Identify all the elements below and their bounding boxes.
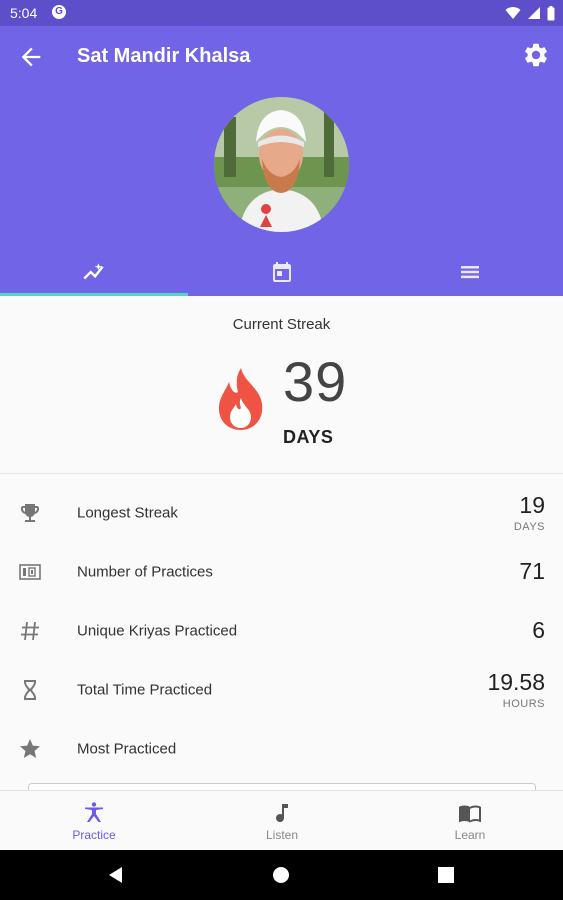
nav-label: Learn (454, 828, 486, 842)
tab-list[interactable] (376, 248, 563, 296)
back-button[interactable] (17, 43, 45, 71)
stat-label: Number of Practices (77, 563, 213, 580)
stat-label: Most Practiced (77, 740, 177, 757)
calendar-icon (273, 262, 291, 282)
flame-icon (218, 368, 263, 430)
stat-label: Unique Kriyas Practiced (77, 622, 238, 639)
home-circle-icon[interactable] (271, 865, 291, 885)
battery-icon (547, 5, 555, 20)
nav-practice[interactable]: Practice (0, 791, 188, 851)
system-navigation-bar (0, 850, 563, 900)
status-icons (505, 5, 555, 21)
settings-button[interactable] (522, 41, 550, 69)
current-streak-label: Current Streak (232, 316, 331, 333)
profile-header: Sat Mandir Khalsa (0, 26, 563, 296)
list-icon (461, 266, 479, 279)
back-triangle-icon[interactable] (106, 865, 126, 885)
status-time: 5:04 (10, 5, 38, 21)
stat-label: Total Time Practiced (77, 681, 213, 698)
stat-label: Longest Streak (77, 504, 178, 521)
profile-photo (214, 97, 349, 232)
stat-row-unique-kriyas: Unique Kriyas Practiced 6 (0, 601, 563, 660)
hourglass-icon (24, 679, 36, 700)
current-streak-section: Current Streak 39 DAYS (0, 296, 563, 474)
trophy-icon (21, 503, 39, 522)
counter-icon (19, 563, 41, 580)
hash-icon (21, 621, 39, 640)
nav-listen[interactable]: Listen (188, 791, 376, 851)
profile-tabs (0, 248, 563, 296)
tab-stats[interactable] (0, 248, 188, 296)
yoga-pose-icon (85, 802, 103, 822)
status-bar: 5:04 G (0, 0, 563, 26)
recents-square-icon[interactable] (436, 865, 456, 885)
bottom-navigation: Practice Listen Learn (0, 790, 563, 850)
stat-unit: DAYS (513, 521, 545, 533)
music-note-icon (276, 804, 288, 823)
gear-icon (525, 43, 547, 67)
stat-row-longest-streak: Longest Streak 19 DAYS (0, 483, 563, 542)
arrow-back-icon (21, 47, 41, 67)
stat-value: 19.58 (487, 669, 545, 695)
nav-label: Practice (72, 828, 116, 842)
stat-value: 6 (532, 617, 545, 643)
stat-row-total-time: Total Time Practiced 19.58 HOURS (0, 660, 563, 719)
nav-learn[interactable]: Learn (376, 791, 563, 851)
tab-calendar[interactable] (188, 248, 376, 296)
stat-value: 19 (519, 492, 545, 518)
star-icon (20, 738, 40, 758)
nav-label: Listen (265, 828, 299, 842)
current-streak-value: 39 (283, 350, 348, 413)
avatar[interactable] (214, 97, 349, 232)
page-title: Sat Mandir Khalsa (77, 45, 251, 67)
current-streak-unit: DAYS (283, 427, 334, 447)
signal-icon (528, 7, 540, 19)
stat-row-most-practiced: Most Practiced (0, 719, 563, 778)
stat-value: 71 (519, 558, 545, 584)
book-icon (459, 805, 481, 823)
google-icon: G (52, 5, 66, 19)
trending-chart-icon (83, 263, 104, 280)
wifi-icon (505, 7, 521, 20)
stat-unit: HOURS (502, 698, 545, 710)
stat-row-number-of-practices: Number of Practices 71 (0, 542, 563, 601)
